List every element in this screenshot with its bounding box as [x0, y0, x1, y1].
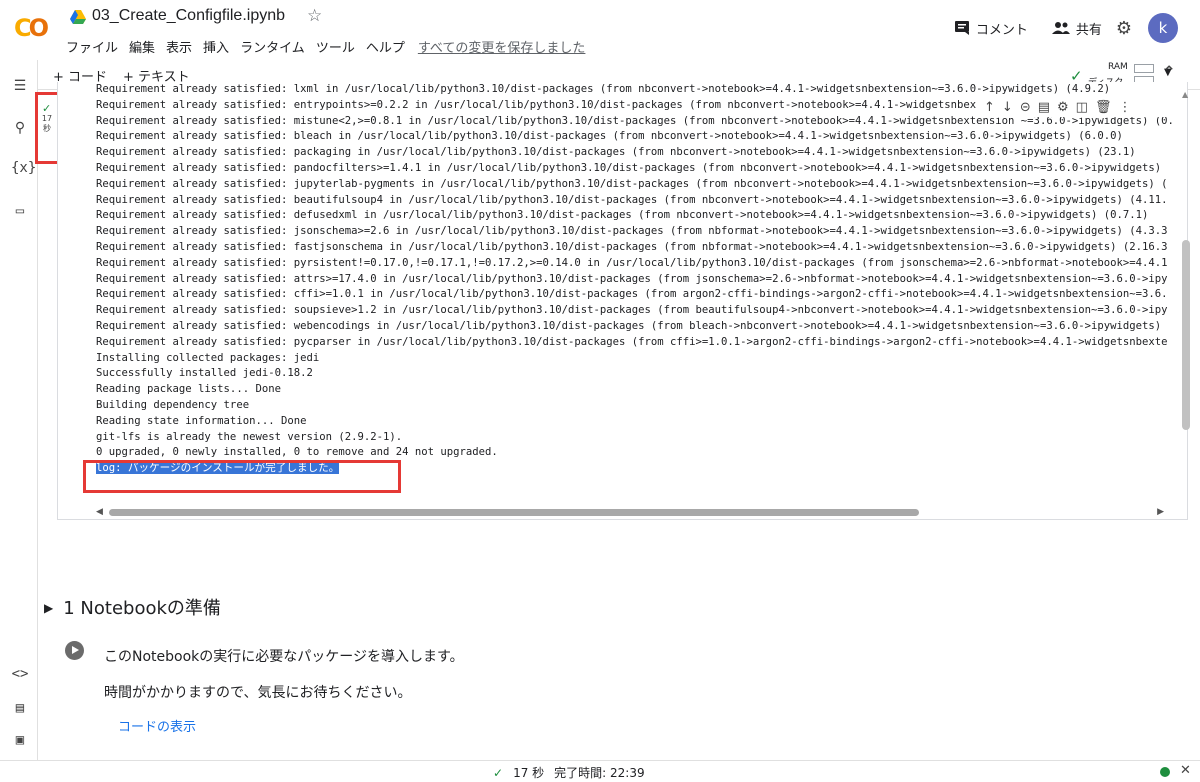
output-line: Requirement already satisfied: jsonschem… — [96, 225, 1168, 238]
link-icon[interactable]: ⊝ — [1020, 100, 1031, 115]
scroll-up-icon[interactable]: ▲ — [1182, 90, 1188, 99]
vertical-scrollbar[interactable]: ▲ — [1180, 90, 1192, 520]
text-line-1: このNotebookの実行に必要なパッケージを導入します。 — [104, 649, 464, 665]
saved-status[interactable]: すべての変更を保存しました — [418, 37, 586, 56]
output-line: Requirement already satisfied: fastjsons… — [96, 240, 1168, 253]
delete-icon[interactable]: 🗑 — [1095, 100, 1112, 115]
chevron-up-icon[interactable]: ⌃ — [1162, 63, 1176, 83]
left-rail: ☰ ⚲ {x} ▭ <> ▤ ▣ — [0, 60, 38, 760]
output-line: Requirement already satisfied: webencodi… — [96, 319, 1162, 332]
comment-label: コメント — [975, 22, 1028, 38]
status-completed: 完了時間: 22:39 — [554, 766, 645, 780]
output-line: Requirement already satisfied: soupsieve… — [96, 304, 1168, 317]
output-line: Requirement already satisfied: beautiful… — [96, 193, 1168, 206]
scroll-left-icon[interactable]: ◀ — [96, 507, 103, 517]
folder-icon[interactable]: ▭ — [11, 203, 29, 221]
avatar[interactable]: k — [1148, 13, 1178, 43]
toc-icon[interactable]: ☰ — [11, 78, 29, 96]
variables-icon[interactable]: {x} — [11, 160, 36, 178]
cell-output: Requirement already satisfied: lxml in /… — [57, 82, 1188, 520]
comment-cell-icon[interactable]: ▤ — [1038, 100, 1050, 115]
menu-runtime[interactable]: ランタイム — [240, 37, 305, 56]
terminal-icon[interactable]: ▣ — [11, 732, 29, 750]
close-icon[interactable]: ✕ — [1180, 763, 1191, 778]
share-button[interactable]: 共有 — [1051, 19, 1102, 38]
output-line: Requirement already satisfied: defusedxm… — [96, 209, 1149, 222]
notebook-title[interactable]: 03_Create_Configfile.ipynb — [92, 7, 285, 25]
horizontal-scrollbar[interactable]: ◀ ▶ — [93, 506, 1167, 518]
output-line: Requirement already satisfied: bleach in… — [96, 130, 1123, 143]
menu-tools[interactable]: ツール — [316, 37, 355, 56]
menu-edit[interactable]: 編集 — [129, 37, 155, 56]
star-icon[interactable]: ☆ — [307, 6, 322, 26]
horizontal-scroll-thumb[interactable] — [109, 509, 919, 516]
output-line: git-lfs is already the newest version (2… — [96, 430, 403, 443]
output-line: Requirement already satisfied: packaging… — [96, 146, 1136, 159]
status-bar: ✓ 17 秒 完了時間: 22:39 ✕ — [0, 760, 1200, 782]
menu-file[interactable]: ファイル — [66, 37, 118, 56]
output-line: Requirement already satisfied: cffi>=1.0… — [96, 288, 1168, 301]
scroll-right-icon[interactable]: ▶ — [1157, 507, 1164, 517]
expand-triangle-icon[interactable]: ▶ — [44, 601, 53, 615]
menu-help[interactable]: ヘルプ — [366, 37, 405, 56]
run-section-button[interactable] — [65, 641, 84, 660]
output-line: Requirement already satisfied: pandocfil… — [96, 161, 1162, 174]
mirror-icon[interactable]: ◫ — [1076, 100, 1088, 115]
output-line: Requirement already satisfied: jupyterla… — [96, 177, 1168, 190]
section-heading[interactable]: ▶ 1 Notebookの準備 — [44, 594, 221, 620]
vertical-scroll-thumb[interactable] — [1182, 240, 1190, 430]
connection-status-dot — [1160, 767, 1170, 777]
highlight-box-log — [83, 460, 401, 493]
show-code-link[interactable]: コードの表示 — [118, 716, 196, 735]
output-line: Requirement already satisfied: pycparser… — [96, 335, 1168, 348]
code-cell: ✓ 17 秒 Requirement already satisfied: lx… — [35, 82, 1188, 520]
move-up-icon[interactable]: ↑ — [984, 100, 995, 115]
cell-toolbar: ↑ ↓ ⊝ ▤ ⚙ ◫ 🗑 ⋮ — [978, 97, 1178, 117]
menu-insert[interactable]: 挿入 — [203, 37, 229, 56]
status-time: 17 秒 — [513, 766, 545, 780]
ram-label: RAM — [1108, 62, 1128, 72]
cell-settings-icon[interactable]: ⚙ — [1057, 100, 1069, 115]
ram-bar — [1134, 64, 1154, 73]
output-line: 0 upgraded, 0 newly installed, 0 to remo… — [96, 446, 498, 459]
move-down-icon[interactable]: ↓ — [1002, 100, 1013, 115]
output-line: Requirement already satisfied: lxml in /… — [96, 83, 1111, 95]
status-check-icon: ✓ — [493, 765, 504, 780]
menu-view[interactable]: 表示 — [166, 37, 192, 56]
header-actions: コメント 共有 ⚙ k — [954, 12, 1200, 44]
code-snippets-icon[interactable]: <> — [11, 666, 29, 684]
comment-button[interactable]: コメント — [954, 19, 1028, 38]
section-title: 1 Notebookの準備 — [63, 598, 221, 619]
header: CO 03_Create_Configfile.ipynb ☆ ファイル 編集 … — [0, 0, 1200, 58]
drive-icon — [70, 10, 86, 24]
search-icon[interactable]: ⚲ — [11, 120, 29, 138]
output-line: Requirement already satisfied: attrs>=17… — [96, 272, 1168, 285]
output-line: Requirement already satisfied: pyrsisten… — [96, 256, 1168, 269]
menu-bar: ファイル 編集 表示 挿入 ランタイム ツール ヘルプ すべての変更を保存しまし… — [66, 37, 596, 56]
output-line: Successfully installed jedi-0.18.2 — [96, 367, 313, 380]
text-line-2: 時間がかかりますので、気長にお待ちください。 — [104, 685, 412, 701]
share-label: 共有 — [1075, 22, 1102, 38]
output-line: Building dependency tree — [96, 398, 250, 411]
colab-logo[interactable]: CO — [14, 14, 54, 42]
more-icon[interactable]: ⋮ — [1118, 100, 1131, 115]
output-line: Reading package lists... Done — [96, 383, 281, 396]
colab-app: CO 03_Create_Configfile.ipynb ☆ ファイル 編集 … — [0, 0, 1200, 782]
comment-icon — [954, 21, 969, 35]
settings-gear-icon[interactable]: ⚙ — [1116, 18, 1132, 39]
command-palette-icon[interactable]: ▤ — [11, 700, 29, 718]
output-line: Installing collected packages: jedi — [96, 351, 320, 364]
output-line: Reading state information... Done — [96, 414, 307, 427]
output-text: Requirement already satisfied: lxml in /… — [96, 82, 1176, 477]
people-icon — [1051, 22, 1070, 34]
